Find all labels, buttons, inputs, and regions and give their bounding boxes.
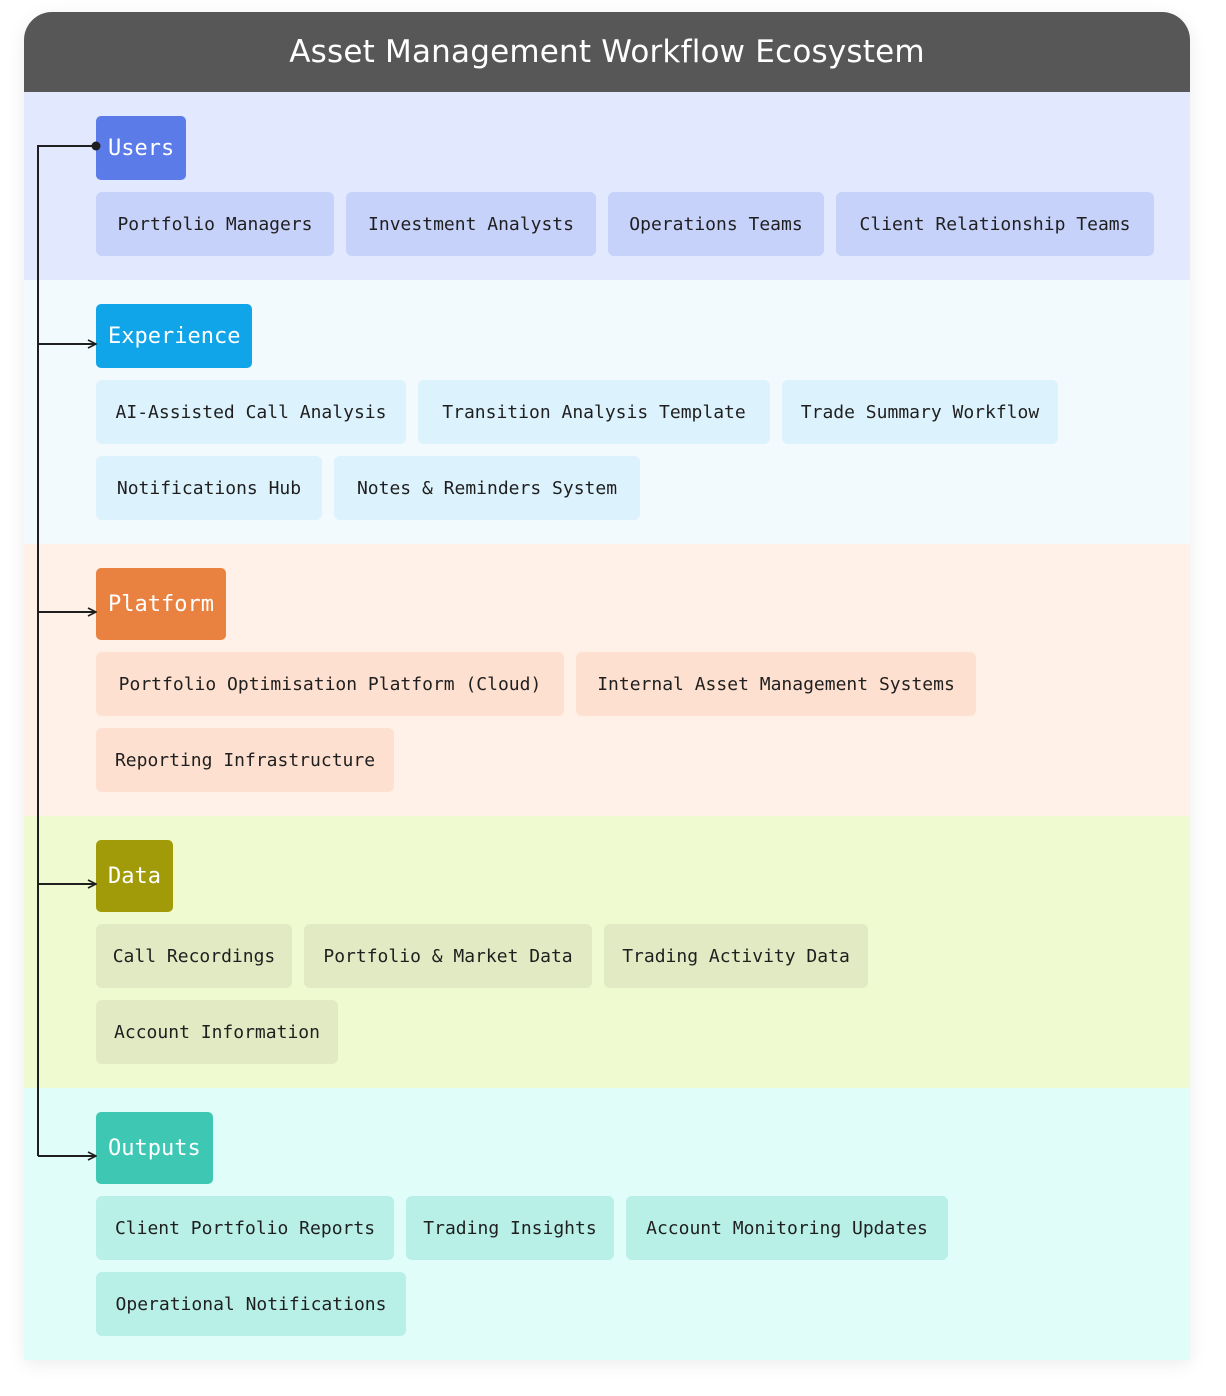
item-client-portfolio-reports: Client Portfolio Reports — [96, 1196, 394, 1260]
item-transition-analysis-template: Transition Analysis Template — [418, 380, 770, 444]
item-account-monitoring-updates: Account Monitoring Updates — [626, 1196, 948, 1260]
item-internal-asset-management-systems: Internal Asset Management Systems — [576, 652, 976, 716]
item-portfolio-market-data: Portfolio & Market Data — [304, 924, 592, 988]
band-users: Users Portfolio Managers Investment Anal… — [24, 92, 1190, 280]
item-client-relationship-teams: Client Relationship Teams — [836, 192, 1154, 256]
item-ai-assisted-call-analysis: AI-Assisted Call Analysis — [96, 380, 406, 444]
item-trading-insights: Trading Insights — [406, 1196, 614, 1260]
item-investment-analysts: Investment Analysts — [346, 192, 596, 256]
band-platform: Platform Portfolio Optimisation Platform… — [24, 544, 1190, 816]
item-portfolio-optimisation-platform: Portfolio Optimisation Platform (Cloud) — [96, 652, 564, 716]
item-trade-summary-workflow: Trade Summary Workflow — [782, 380, 1058, 444]
item-portfolio-managers: Portfolio Managers — [96, 192, 334, 256]
section-header-experience: Experience — [96, 304, 253, 368]
section-header-platform: Platform — [96, 568, 226, 640]
section-header-data: Data — [96, 840, 173, 912]
band-experience: Experience AI-Assisted Call Analysis Tra… — [24, 280, 1190, 544]
diagram-title: Asset Management Workflow Ecosystem — [24, 12, 1190, 92]
section-header-outputs: Outputs — [96, 1112, 213, 1184]
section-header-users: Users — [96, 116, 187, 180]
item-call-recordings: Call Recordings — [96, 924, 292, 988]
item-notes-reminders-system: Notes & Reminders System — [334, 456, 640, 520]
item-reporting-infrastructure: Reporting Infrastructure — [96, 728, 394, 792]
item-trading-activity-data: Trading Activity Data — [604, 924, 868, 988]
item-account-information: Account Information — [96, 1000, 338, 1064]
item-notifications-hub: Notifications Hub — [96, 456, 322, 520]
band-data: Data Call Recordings Portfolio & Market … — [24, 816, 1190, 1088]
diagram-card: Asset Management Workflow Ecosystem User… — [24, 12, 1190, 1360]
item-operational-notifications: Operational Notifications — [96, 1272, 406, 1336]
item-operations-teams: Operations Teams — [608, 192, 824, 256]
band-outputs: Outputs Client Portfolio Reports Trading… — [24, 1088, 1190, 1360]
